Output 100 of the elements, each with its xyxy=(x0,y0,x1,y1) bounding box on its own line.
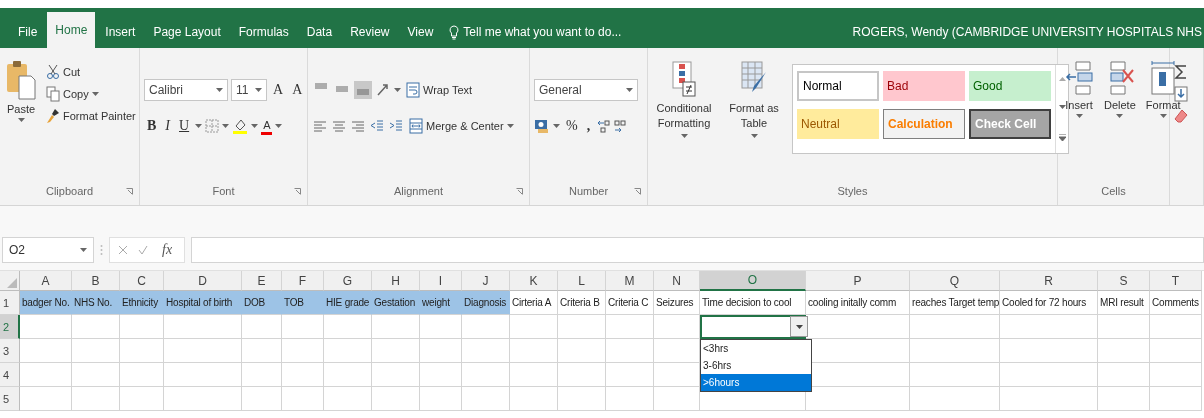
accounting-icon[interactable] xyxy=(534,118,550,134)
row-header[interactable]: 3 xyxy=(0,339,20,363)
cell-style-option[interactable]: Normal xyxy=(797,71,879,101)
caret-icon[interactable] xyxy=(750,134,758,138)
dialog-launcher-icon[interactable] xyxy=(634,188,641,195)
comma-button[interactable]: , xyxy=(583,118,594,134)
row-header[interactable]: 4 xyxy=(0,363,20,387)
italic-button[interactable]: I xyxy=(162,118,173,134)
font-size-field[interactable]: 11 xyxy=(231,79,267,101)
ribbon-tab[interactable]: File xyxy=(10,16,46,48)
column-header[interactable]: O xyxy=(700,271,806,291)
column-header[interactable]: A xyxy=(20,271,72,291)
cut-button[interactable]: Cut xyxy=(44,64,138,80)
column-header[interactable]: D xyxy=(164,271,242,291)
caret-icon[interactable] xyxy=(216,88,223,92)
caret-icon[interactable] xyxy=(255,88,262,92)
column-header[interactable]: S xyxy=(1098,271,1150,291)
ribbon-tab[interactable]: Review xyxy=(342,16,398,48)
table-cell: Cirteria A xyxy=(510,291,558,315)
column-header[interactable]: H xyxy=(372,271,420,291)
caret-icon[interactable] xyxy=(1116,114,1124,118)
conditional-formatting-button[interactable]: Conditional Formatting xyxy=(652,56,716,177)
bold-button[interactable]: B xyxy=(144,118,160,134)
ribbon-tab[interactable]: View xyxy=(399,16,442,48)
delete-button[interactable]: Delete xyxy=(1102,56,1138,177)
column-header[interactable]: T xyxy=(1150,271,1202,291)
column-header[interactable]: C xyxy=(120,271,164,291)
column-header[interactable]: N xyxy=(654,271,700,291)
cell-style-option[interactable]: Good xyxy=(969,71,1051,101)
decrease-font-size-button[interactable]: A xyxy=(289,82,306,98)
sum-icon[interactable] xyxy=(1174,64,1188,80)
dialog-launcher-icon[interactable] xyxy=(294,188,301,195)
caret-icon[interactable] xyxy=(80,248,87,252)
insert-button[interactable]: Insert xyxy=(1062,56,1096,177)
more-icon[interactable] xyxy=(1058,133,1066,141)
ribbon-tab[interactable]: Data xyxy=(298,16,341,48)
decrease-decimal-icon[interactable] xyxy=(613,118,628,134)
caret-icon[interactable] xyxy=(506,124,514,128)
cell-style-option[interactable]: Bad xyxy=(883,71,965,101)
wrap-text-button[interactable]: Wrap Text xyxy=(404,82,475,98)
ribbon-tab[interactable]: Home xyxy=(47,12,96,48)
column-header[interactable]: G xyxy=(324,271,372,291)
column-header[interactable]: F xyxy=(282,271,324,291)
column-header[interactable]: E xyxy=(242,271,282,291)
ribbon-tab[interactable]: Page Layout xyxy=(145,16,229,48)
format-as-table-button[interactable]: Format as Table xyxy=(722,56,786,177)
paste-button[interactable]: Paste xyxy=(4,56,38,177)
caret-icon[interactable] xyxy=(626,88,633,92)
dialog-launcher-icon[interactable] xyxy=(126,188,133,195)
cell-style-option[interactable]: Neutral xyxy=(797,109,879,139)
caret-icon[interactable] xyxy=(195,124,203,128)
dropdown-option[interactable]: >6hours xyxy=(701,374,811,391)
fill-down-icon[interactable] xyxy=(1174,86,1188,102)
column-header[interactable]: Q xyxy=(910,271,1000,291)
dialog-launcher-icon[interactable] xyxy=(516,188,523,195)
number-format-field[interactable]: General xyxy=(534,79,638,101)
column-header[interactable]: B xyxy=(72,271,120,291)
row-header[interactable]: 1 xyxy=(0,291,20,315)
insert-function-button[interactable]: fx xyxy=(158,242,177,258)
caret-icon[interactable] xyxy=(251,124,259,128)
column-header[interactable]: K xyxy=(510,271,558,291)
column-header[interactable]: L xyxy=(558,271,606,291)
merge-center-button[interactable]: Merge & Center xyxy=(407,118,516,134)
caret-icon[interactable] xyxy=(275,124,283,128)
column-header[interactable]: R xyxy=(1000,271,1098,291)
column-header[interactable]: J xyxy=(462,271,510,291)
column-header[interactable]: I xyxy=(420,271,462,291)
row-header[interactable]: 5 xyxy=(0,387,20,411)
dropdown-button[interactable] xyxy=(790,316,808,337)
formula-input[interactable] xyxy=(191,237,1204,263)
eraser-icon[interactable] xyxy=(1174,108,1188,124)
column-header[interactable]: P xyxy=(806,271,910,291)
caret-icon[interactable] xyxy=(222,124,230,128)
text-orientation-icon[interactable] xyxy=(375,82,391,98)
scroll-down-icon[interactable] xyxy=(1058,105,1066,110)
increase-font-size-button[interactable]: A xyxy=(270,82,287,98)
ribbon-tab[interactable]: Formulas xyxy=(230,16,297,48)
fill-color-icon[interactable] xyxy=(232,118,249,134)
dropdown-option[interactable]: <3hrs xyxy=(701,340,811,357)
caret-icon[interactable] xyxy=(553,124,560,128)
format-painter-button[interactable]: Format Painter xyxy=(44,108,138,124)
column-header[interactable]: M xyxy=(606,271,654,291)
ribbon-tab[interactable]: Insert xyxy=(97,16,144,48)
increase-decimal-icon[interactable] xyxy=(596,118,611,134)
row-header[interactable]: 2 xyxy=(0,315,20,339)
caret-icon[interactable] xyxy=(1075,114,1083,118)
copy-button[interactable]: Copy xyxy=(44,86,138,102)
dropdown-option[interactable]: 3-6hrs xyxy=(701,357,811,374)
font-color-button[interactable]: A xyxy=(261,117,273,135)
caret-icon[interactable] xyxy=(1159,114,1167,118)
name-box[interactable]: O2 xyxy=(2,237,94,263)
underline-button[interactable]: U xyxy=(176,118,193,134)
percent-button[interactable]: % xyxy=(563,118,581,134)
caret-icon[interactable] xyxy=(680,134,688,138)
font-name-field[interactable]: Calibri xyxy=(144,79,228,101)
caret-icon[interactable] xyxy=(17,118,25,122)
tell-me-box[interactable]: Tell me what you want to do... xyxy=(443,16,628,48)
format-button[interactable]: Format xyxy=(1143,56,1183,177)
caret-icon[interactable] xyxy=(394,88,401,92)
caret-icon[interactable] xyxy=(91,92,99,96)
